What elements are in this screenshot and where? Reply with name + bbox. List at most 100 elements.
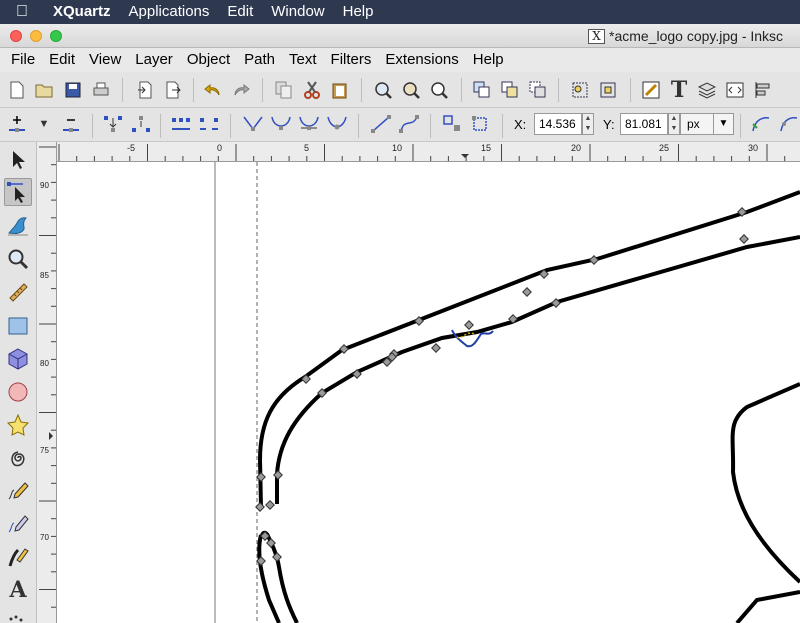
insert-node-icon[interactable] — [6, 113, 28, 135]
unit-select[interactable]: px ▼ — [680, 113, 734, 135]
path-node[interactable] — [522, 287, 532, 297]
rectangle-icon[interactable] — [4, 312, 32, 340]
chevron-down-icon: ▼ — [713, 114, 733, 134]
cusp-node-icon[interactable] — [242, 113, 264, 135]
pen-icon[interactable] — [4, 510, 32, 538]
zoom-icon[interactable] — [4, 245, 32, 273]
path-node[interactable] — [431, 343, 441, 353]
window-zoom-button[interactable] — [50, 30, 62, 42]
window-close-button[interactable] — [10, 30, 22, 42]
menu-view[interactable]: View — [82, 48, 128, 72]
menu-layer[interactable]: Layer — [128, 48, 180, 72]
y-coordinate-input[interactable] — [620, 113, 668, 135]
ruler-label: 20 — [571, 143, 582, 153]
mac-menu-window[interactable]: Window — [262, 0, 333, 24]
menu-path[interactable]: Path — [237, 48, 282, 72]
menu-help[interactable]: Help — [466, 48, 511, 72]
path-node[interactable] — [256, 472, 266, 482]
menu-file[interactable]: File — [4, 48, 42, 72]
show-handles-icon[interactable] — [778, 113, 800, 135]
fill-stroke-icon[interactable] — [640, 79, 662, 101]
object-to-path-icon[interactable] — [442, 113, 464, 135]
symmetric-node-icon[interactable] — [298, 113, 320, 135]
spray-icon[interactable] — [4, 608, 32, 623]
inner-path[interactable] — [275, 235, 800, 504]
tweak-icon[interactable] — [4, 212, 32, 240]
measure-icon[interactable] — [4, 278, 32, 306]
join-nodes-icon[interactable] — [102, 113, 124, 135]
window-minimize-button[interactable] — [30, 30, 42, 42]
make-line-icon[interactable] — [370, 113, 392, 135]
clone-icon[interactable] — [499, 79, 521, 101]
mac-menu-xquartz[interactable]: XQuartz — [44, 0, 120, 24]
text-icon[interactable]: A — [4, 576, 32, 604]
window-titlebar: X *acme_logo copy.jpg - Inksc — [0, 24, 800, 48]
path-node[interactable] — [265, 500, 275, 510]
text-font-icon[interactable]: T — [668, 77, 690, 103]
print-icon[interactable] — [90, 79, 112, 101]
calligraphy-icon[interactable] — [4, 543, 32, 571]
insert-node-dropdown-icon[interactable]: ▼ — [33, 113, 55, 135]
path-node[interactable] — [739, 234, 749, 244]
menu-edit[interactable]: Edit — [42, 48, 82, 72]
x-coordinate-spinner[interactable]: ▲ ▼ — [582, 113, 594, 135]
break-path-icon[interactable] — [130, 113, 152, 135]
path-node[interactable] — [255, 502, 265, 512]
layers-icon[interactable] — [696, 79, 718, 101]
shape-lower-path[interactable] — [735, 590, 800, 623]
new-document-icon[interactable] — [6, 79, 28, 101]
zoom-drawing-icon[interactable] — [400, 79, 422, 101]
export-icon[interactable] — [162, 79, 184, 101]
ungroup-icon[interactable] — [597, 79, 619, 101]
ruler-label: 10 — [392, 143, 403, 153]
duplicate-icon[interactable] — [471, 79, 493, 101]
mac-menu-help[interactable]: Help — [334, 0, 383, 24]
align-distribute-icon[interactable] — [752, 79, 774, 101]
paste-icon[interactable] — [329, 79, 351, 101]
node-editor-icon[interactable] — [4, 178, 32, 206]
ruler-label: 25 — [659, 143, 670, 153]
group-icon[interactable] — [569, 79, 591, 101]
pencil-icon[interactable] — [4, 477, 32, 505]
unlink-clone-icon[interactable] — [527, 79, 549, 101]
show-transform-handles-icon[interactable] — [750, 113, 772, 135]
copy-icon[interactable] — [273, 79, 295, 101]
save-icon[interactable] — [62, 79, 84, 101]
3d-box-icon[interactable] — [4, 345, 32, 373]
cut-icon[interactable] — [301, 79, 323, 101]
import-icon[interactable] — [134, 79, 156, 101]
smooth-node-icon[interactable] — [270, 113, 292, 135]
star-icon[interactable] — [4, 411, 32, 439]
horizontal-ruler[interactable]: -5 0 5 10 15 20 25 30 — [57, 142, 800, 162]
stroke-to-path-icon[interactable] — [470, 113, 492, 135]
selector-arrow-icon[interactable] — [4, 146, 32, 174]
menu-extensions[interactable]: Extensions — [378, 48, 465, 72]
undo-icon[interactable] — [202, 79, 224, 101]
redo-icon[interactable] — [230, 79, 252, 101]
delete-segment-icon[interactable] — [198, 113, 220, 135]
ellipse-icon[interactable] — [4, 378, 32, 406]
apple-menu-icon[interactable]:  — [0, 3, 44, 21]
lower-outer-path[interactable] — [257, 534, 281, 623]
auto-smooth-node-icon[interactable] — [326, 113, 348, 135]
menu-text[interactable]: Text — [282, 48, 324, 72]
spiral-icon[interactable] — [4, 444, 32, 472]
path-node[interactable] — [464, 320, 474, 330]
y-coordinate-spinner[interactable]: ▲ ▼ — [668, 113, 680, 135]
drawing-canvas[interactable] — [57, 162, 800, 623]
delete-node-icon[interactable] — [60, 113, 82, 135]
join-segment-icon[interactable] — [170, 113, 192, 135]
menu-filters[interactable]: Filters — [324, 48, 379, 72]
vertical-ruler[interactable]: 90 85 80 75 70 — [37, 142, 57, 623]
menu-object[interactable]: Object — [180, 48, 237, 72]
zoom-page-icon[interactable] — [428, 79, 450, 101]
mac-menu-applications[interactable]: Applications — [120, 0, 219, 24]
make-curve-icon[interactable] — [398, 113, 420, 135]
mac-menu-edit[interactable]: Edit — [218, 0, 262, 24]
zoom-selection-icon[interactable] — [372, 79, 394, 101]
shape-path[interactable] — [730, 382, 800, 584]
xml-editor-icon[interactable] — [724, 79, 746, 101]
open-document-icon[interactable] — [33, 79, 55, 101]
x-coordinate-input[interactable] — [534, 113, 582, 135]
window-title-text: *acme_logo copy.jpg - Inksc — [609, 28, 784, 44]
